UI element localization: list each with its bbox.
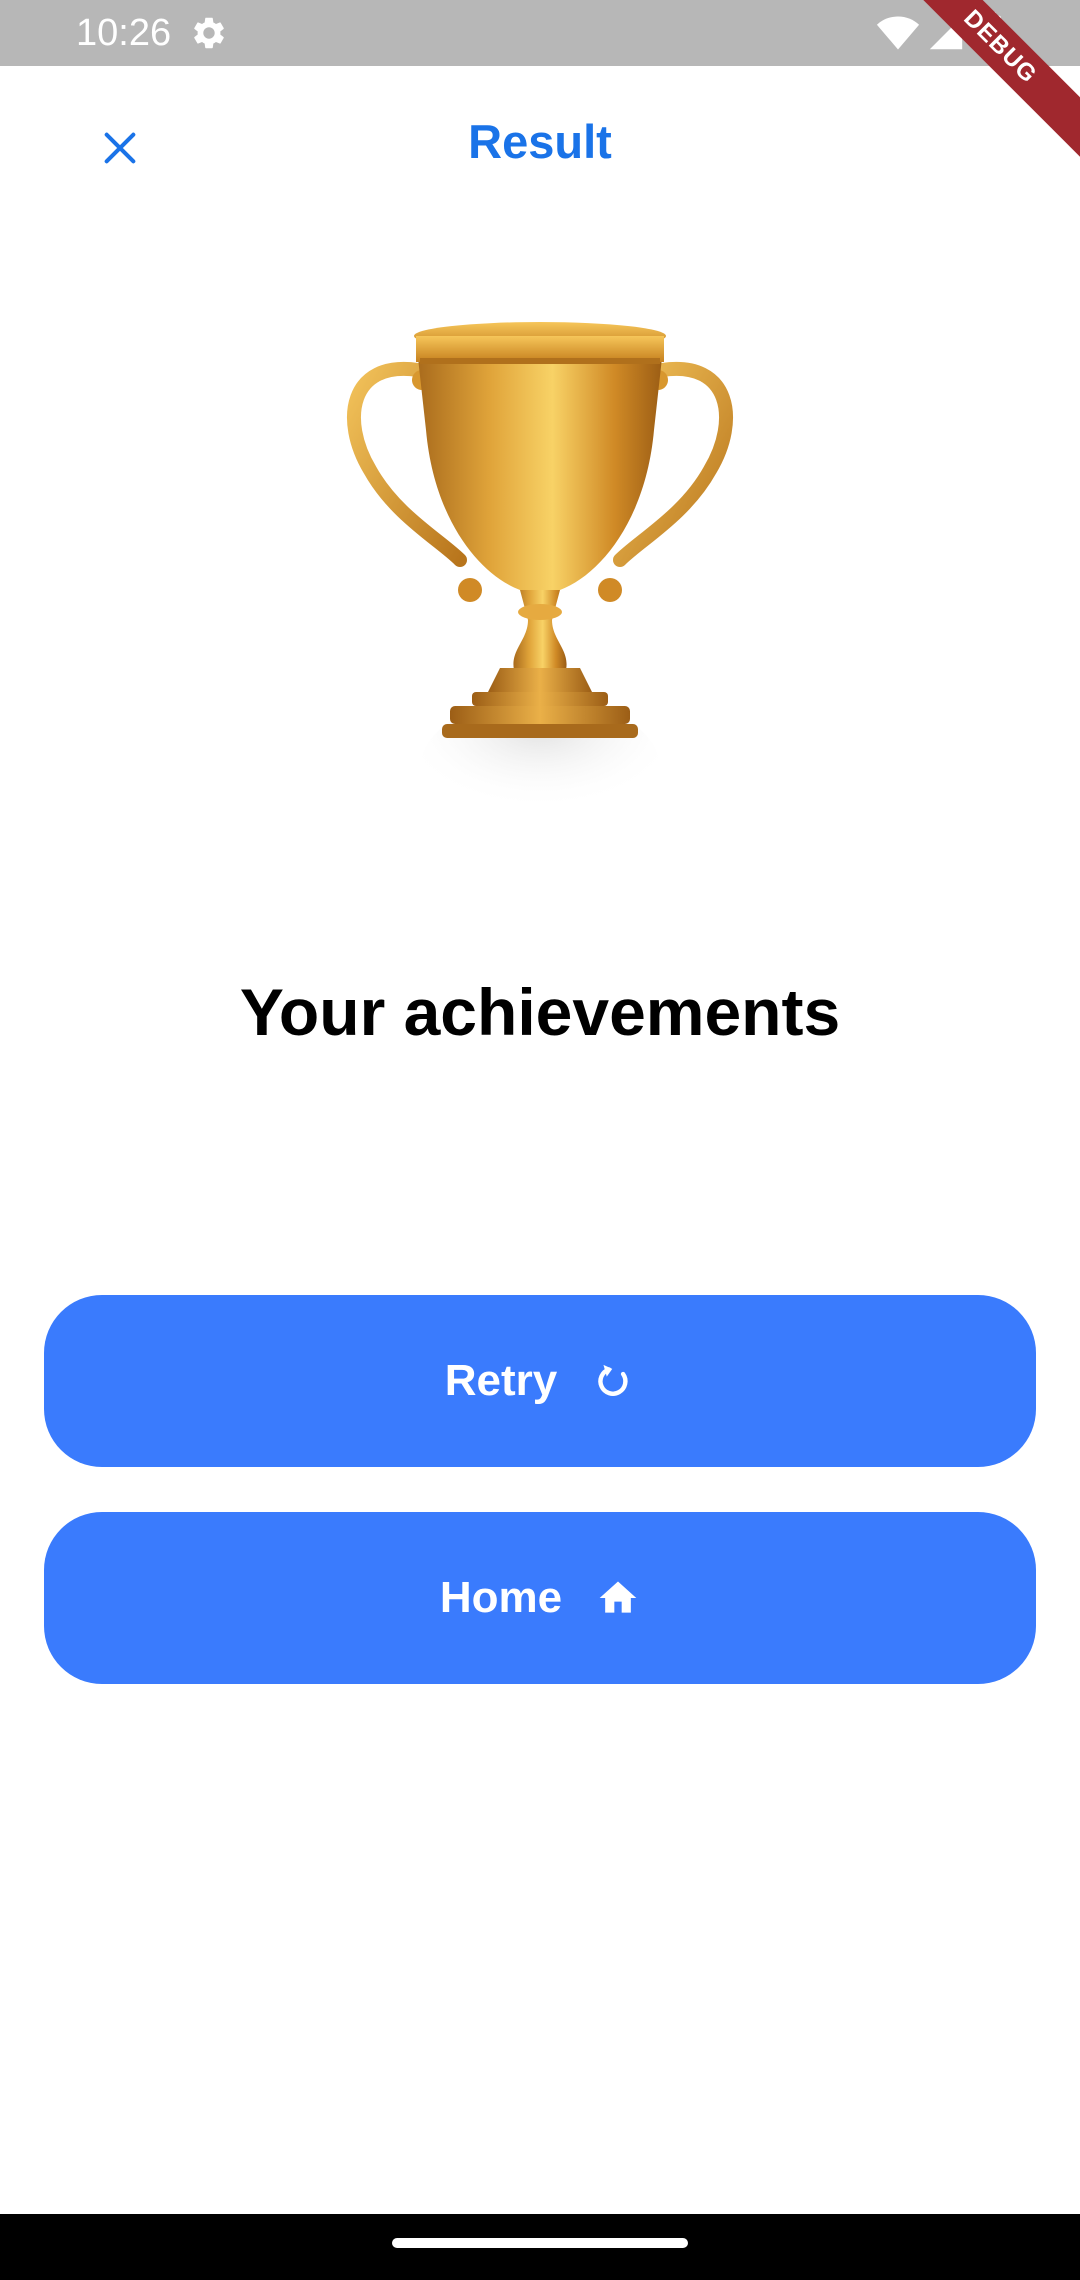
navigation-bar: [0, 2214, 1080, 2280]
retry-button-label: Retry: [444, 1356, 558, 1405]
wifi-icon: [876, 16, 920, 50]
status-bar: 10:26: [0, 0, 1080, 66]
gear-icon: [194, 17, 224, 49]
page-title: Result: [468, 115, 612, 168]
retry-button[interactable]: Retry: [44, 1295, 1036, 1467]
refresh-icon: [598, 1364, 628, 1396]
home-button-label: Home: [439, 1573, 563, 1622]
gesture-handle[interactable]: [392, 2238, 688, 2248]
achievements-heading: Your achievements: [239, 975, 841, 1049]
app-bar: Result: [0, 66, 1080, 220]
home-button[interactable]: Home: [44, 1512, 1036, 1684]
trophy-image: [346, 322, 734, 838]
home-icon: [599, 1581, 637, 1613]
battery-icon: [981, 12, 1001, 52]
result-screen: 10:26 DEBUG Result Your achievements Ret…: [0, 0, 1080, 2280]
status-time: 10:26: [76, 12, 172, 54]
signal-icon: [929, 16, 963, 50]
